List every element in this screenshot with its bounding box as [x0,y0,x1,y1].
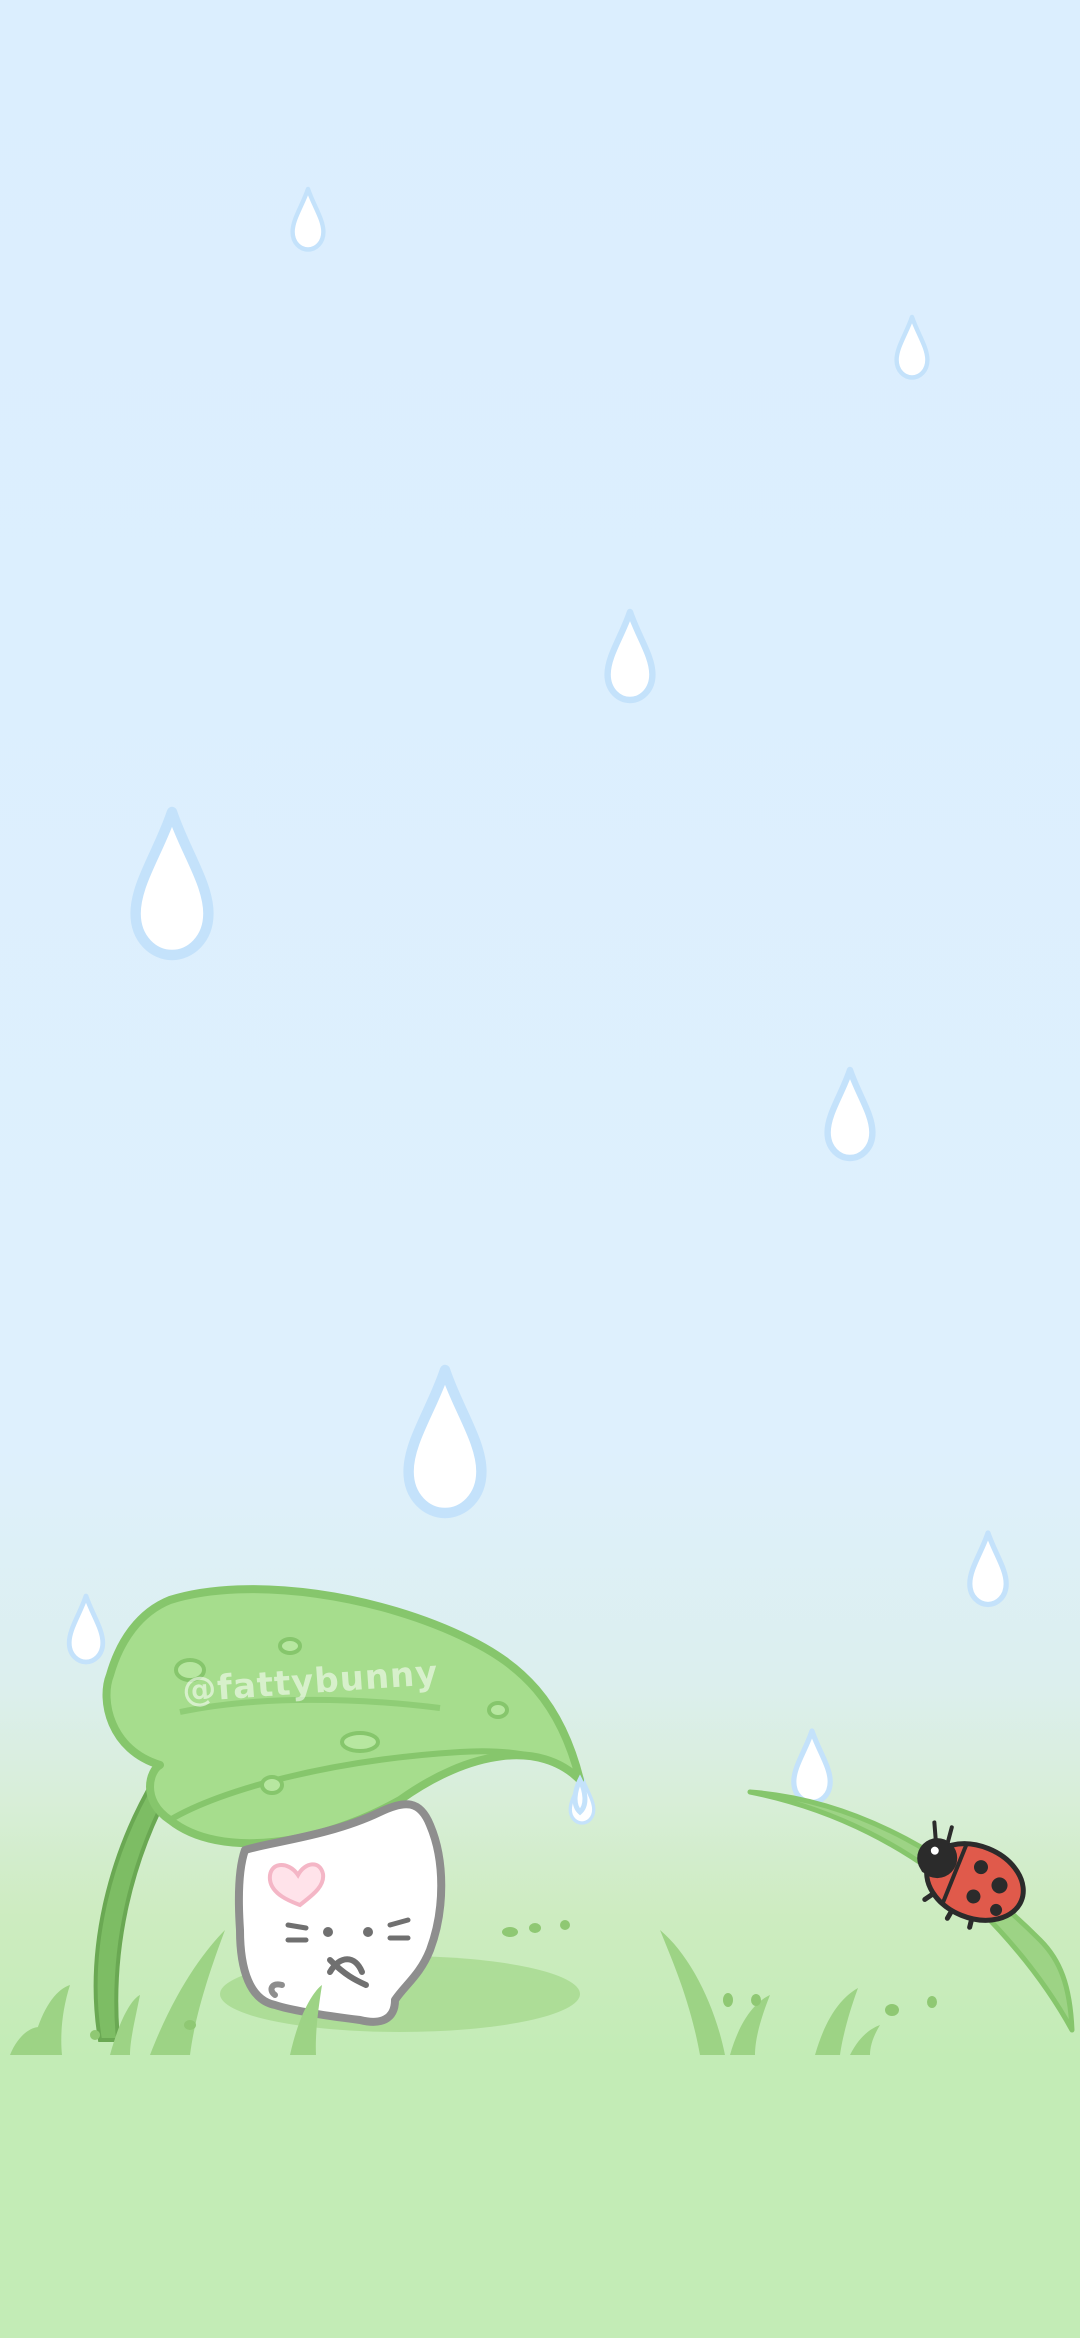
raindrop [897,317,928,378]
raindrop [136,812,209,955]
raindrop [828,1070,873,1158]
raindrop [69,1596,103,1662]
raindrop [794,1731,830,1803]
wallpaper-scene: @fattybunny [0,0,1080,2338]
grass-blade [747,1789,1075,2033]
raindrops [69,189,1006,1825]
illustration [10,0,1075,2055]
raindrop [970,1533,1006,1605]
raindrop [608,612,653,700]
raindrop [293,189,324,250]
raindrop [409,1370,482,1513]
leaf-umbrella [102,1585,588,1848]
